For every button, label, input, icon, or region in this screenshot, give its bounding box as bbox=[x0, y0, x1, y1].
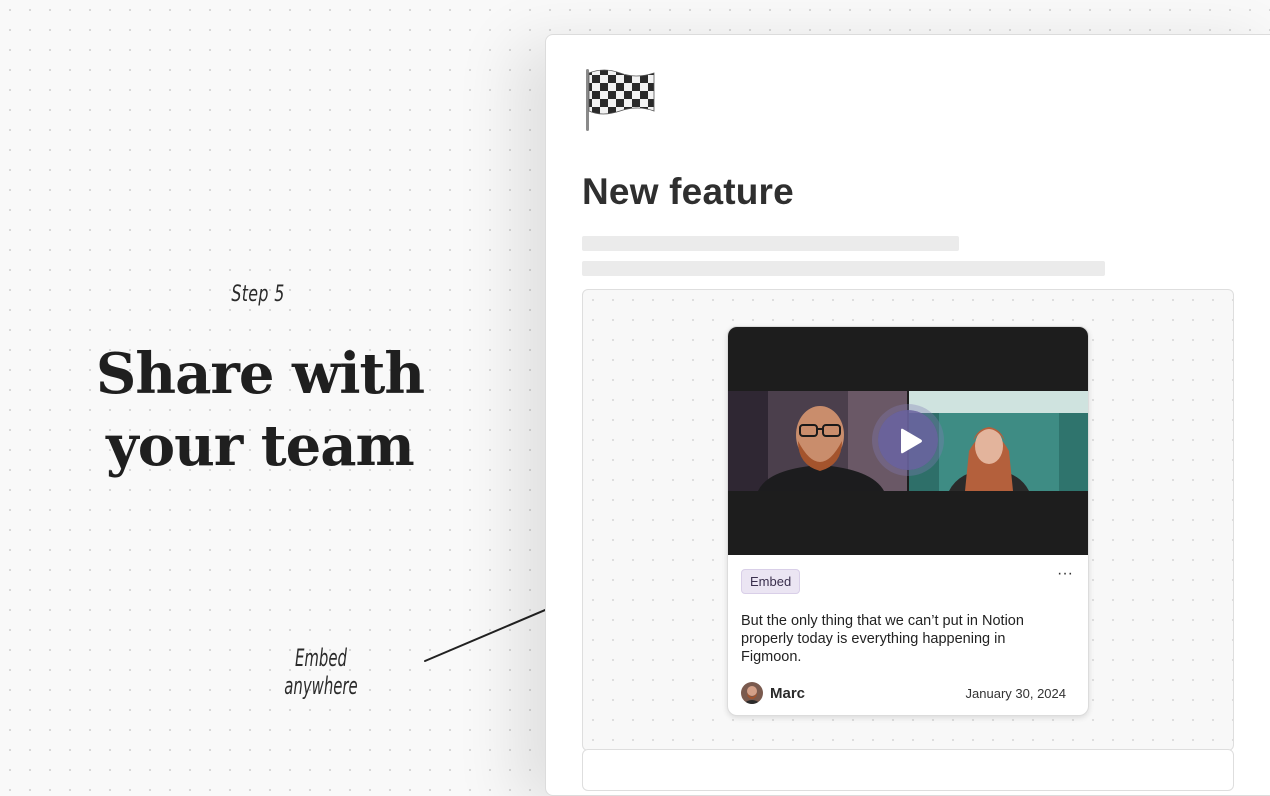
post-date: January 30, 2024 bbox=[965, 686, 1066, 701]
card-footer: Marc January 30, 2024 bbox=[741, 682, 1074, 706]
embed-block: Embed ··· But the only thing that we can… bbox=[582, 289, 1234, 751]
play-button[interactable] bbox=[878, 410, 938, 470]
headline: Share with your team bbox=[40, 338, 480, 482]
author-name: Marc bbox=[770, 685, 806, 702]
page-panel: New feature Embed ··· But the only thing… bbox=[545, 34, 1270, 796]
headline-line-1: Share with bbox=[95, 341, 425, 407]
embed-annotation: Embed anywhere bbox=[284, 644, 358, 700]
checkered-flag-icon[interactable] bbox=[584, 67, 656, 133]
card-body: Embed ··· But the only thing that we can… bbox=[728, 555, 1088, 706]
video-player[interactable] bbox=[728, 327, 1088, 555]
embed-badge: Embed bbox=[741, 569, 801, 594]
next-block bbox=[582, 749, 1234, 791]
card-description: But the only thing that we can’t put in … bbox=[741, 613, 1024, 665]
more-options-button[interactable]: ··· bbox=[1054, 565, 1076, 583]
text-placeholder-line bbox=[582, 236, 959, 251]
page-title: New feature bbox=[582, 171, 794, 212]
text-placeholder-line bbox=[582, 261, 1105, 276]
headline-line-2: your team bbox=[106, 413, 415, 479]
play-icon bbox=[901, 428, 922, 454]
step-label: Step 5 bbox=[231, 282, 285, 307]
avatar[interactable] bbox=[741, 682, 763, 704]
video-card[interactable]: Embed ··· But the only thing that we can… bbox=[727, 326, 1089, 716]
